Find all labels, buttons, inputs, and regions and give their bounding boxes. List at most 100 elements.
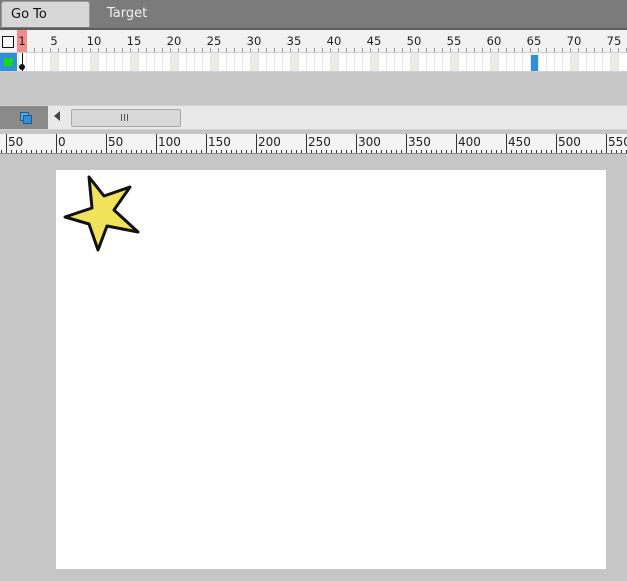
timeline-frame-ruler[interactable]: 5 10 15 20 25 30 35 40 45 50 55 60 65 70 75 xyxy=(0,30,627,53)
ruler-minor-tick xyxy=(171,150,172,153)
frame-cell xyxy=(234,53,235,71)
ruler-minor-tick xyxy=(461,150,462,153)
frame-cell xyxy=(322,53,323,71)
ruler-minor-tick xyxy=(521,150,522,153)
frame-cell xyxy=(106,53,107,71)
chevron-left-icon[interactable] xyxy=(54,111,60,121)
frame-tick xyxy=(610,48,611,52)
frame-tick xyxy=(314,48,315,52)
ruler-minor-tick xyxy=(541,150,542,153)
ruler-minor-tick xyxy=(141,150,142,153)
ruler-minor-tick xyxy=(576,150,577,153)
ruler-minor-tick xyxy=(551,150,552,153)
timeline-scrollbar[interactable] xyxy=(0,105,627,130)
ruler-minor-tick xyxy=(226,150,227,153)
frame-cell xyxy=(562,53,563,71)
ruler-minor-tick xyxy=(311,150,312,153)
frame-number: 70 xyxy=(566,34,582,48)
tab-go-to-movie[interactable]: Go To Movie xyxy=(1,1,90,48)
ruler-label: 0 xyxy=(58,135,66,149)
ruler-label: 100 xyxy=(158,135,181,149)
ruler-minor-tick xyxy=(71,150,72,153)
stage-canvas[interactable] xyxy=(56,170,606,569)
ruler-label: 300 xyxy=(358,135,381,149)
ruler-minor-tick xyxy=(566,150,567,153)
ruler-minor-tick xyxy=(301,150,302,153)
star-shape[interactable] xyxy=(62,174,144,256)
ruler-minor-tick xyxy=(366,150,367,153)
frame-tick xyxy=(242,48,243,52)
frame-cell xyxy=(314,53,315,71)
frame-cell xyxy=(226,53,227,71)
ruler-label: 50 xyxy=(8,135,24,149)
grip-icon xyxy=(124,114,125,121)
frame-tick xyxy=(418,48,419,52)
frame-number: 15 xyxy=(126,34,142,48)
ruler-minor-tick xyxy=(561,150,562,153)
frame-cell xyxy=(98,53,99,71)
ruler-minor-tick xyxy=(591,150,592,153)
frame-number: 50 xyxy=(406,34,422,48)
grip-icon xyxy=(121,114,122,121)
frame-cell xyxy=(442,53,443,71)
ruler-minor-tick xyxy=(371,150,372,153)
ruler-major-tick xyxy=(556,134,557,153)
frame-cell xyxy=(186,53,187,71)
frame-cell xyxy=(386,53,387,71)
frame-tick xyxy=(426,48,427,52)
ruler-minor-tick xyxy=(341,150,342,153)
frame-tick xyxy=(258,48,259,52)
frame-number: 20 xyxy=(166,34,182,48)
frame-cell xyxy=(538,53,539,71)
frame-number: 10 xyxy=(86,34,102,48)
ruler-minor-tick xyxy=(611,150,612,153)
ruler-minor-tick xyxy=(201,150,202,153)
frame-cell xyxy=(362,53,363,71)
square-outline-icon[interactable] xyxy=(2,36,14,48)
ruler-minor-tick xyxy=(276,150,277,153)
ruler-minor-tick xyxy=(496,150,497,153)
ruler-label: 500 xyxy=(558,135,581,149)
frame-cell xyxy=(170,53,171,71)
frame-tick xyxy=(250,48,251,52)
scroll-thumb[interactable] xyxy=(71,109,181,127)
tab-target[interactable]: Target xyxy=(98,1,156,27)
ruler-minor-tick xyxy=(386,150,387,153)
frame-marker[interactable] xyxy=(531,55,538,71)
frame-cell xyxy=(378,53,379,71)
frame-tick xyxy=(362,48,363,52)
frame-number: 30 xyxy=(246,34,262,48)
ruler-minor-tick xyxy=(16,150,17,153)
ruler-minor-tick xyxy=(266,150,267,153)
frame-cell xyxy=(74,53,75,71)
keyframe-dot xyxy=(19,64,25,70)
ruler-major-tick xyxy=(206,134,207,153)
frame-number: 40 xyxy=(326,34,342,48)
frame-tick xyxy=(170,48,171,52)
layers-button[interactable] xyxy=(0,106,48,129)
frame-number: 75 xyxy=(606,34,622,48)
frame-cell xyxy=(90,53,91,71)
ruler-minor-tick xyxy=(336,150,337,153)
frame-tick xyxy=(178,48,179,52)
ruler-minor-tick xyxy=(21,150,22,153)
frame-cell xyxy=(330,53,331,71)
frame-tick xyxy=(618,48,619,52)
ruler-label: 50 xyxy=(108,135,124,149)
ruler-minor-tick xyxy=(346,150,347,153)
ruler-minor-tick xyxy=(81,150,82,153)
ruler-minor-tick xyxy=(621,150,622,153)
frame-cell xyxy=(354,53,355,71)
frame-tick xyxy=(602,48,603,52)
frame-cell xyxy=(306,53,307,71)
ruler-minor-tick xyxy=(131,150,132,153)
ruler-minor-tick xyxy=(66,150,67,153)
frame-tick xyxy=(394,48,395,52)
frame-cell xyxy=(410,53,411,71)
ruler-major-tick xyxy=(156,134,157,153)
frame-tick xyxy=(530,48,531,52)
ruler-minor-tick xyxy=(391,150,392,153)
frame-cell xyxy=(42,53,43,71)
layer-color-control[interactable] xyxy=(0,53,17,71)
current-frame-number: 1 xyxy=(18,34,26,48)
